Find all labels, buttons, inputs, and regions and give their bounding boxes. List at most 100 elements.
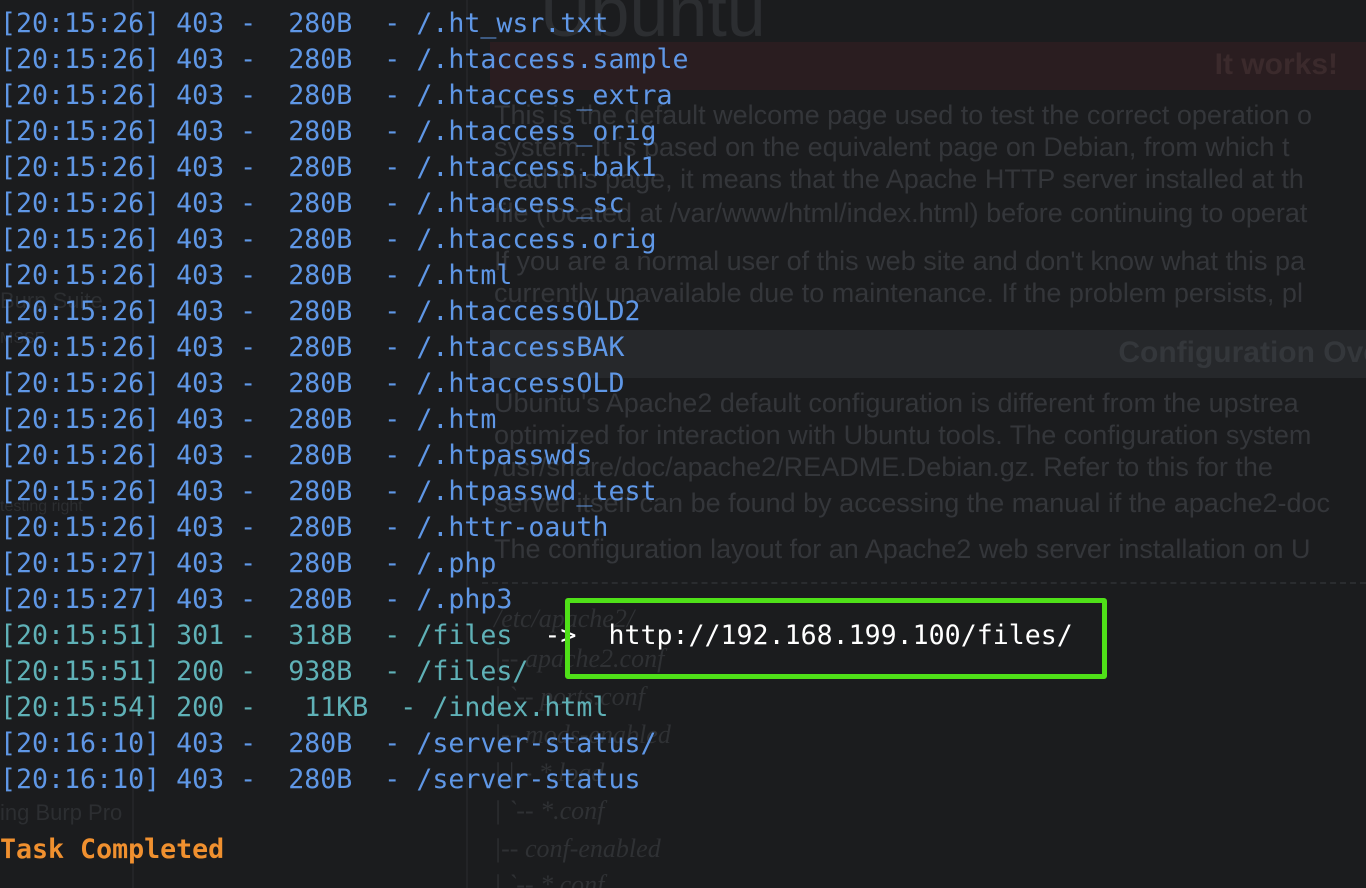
- response-size: 318B: [288, 620, 353, 651]
- request-path: /.ht_wsr.txt: [416, 8, 609, 39]
- timestamp: [20:15:26]: [0, 260, 161, 291]
- timestamp: [20:15:26]: [0, 188, 161, 219]
- status-code: 403: [176, 296, 225, 327]
- separator: [160, 618, 176, 654]
- request-path: /files/: [416, 656, 529, 687]
- status-code: 403: [176, 512, 225, 543]
- timestamp: [20:15:26]: [0, 80, 161, 111]
- separator: -: [224, 116, 289, 147]
- request-path: /.htaccess.bak1: [416, 152, 657, 183]
- separator: -: [224, 728, 289, 759]
- separator: [160, 42, 176, 78]
- separator: -: [224, 404, 289, 435]
- dirsearch-output: [20:15:26] 403 - 280B - /.ht_wsr.txt [20:…: [0, 6, 1073, 798]
- separator: [160, 474, 176, 510]
- request-path: /.htpasswds: [416, 440, 593, 471]
- status-code: 403: [176, 116, 225, 147]
- separator: [160, 654, 176, 690]
- separator: -: [224, 368, 289, 399]
- separator: -: [352, 620, 417, 651]
- separator: -: [352, 404, 417, 435]
- separator: -: [352, 260, 417, 291]
- separator: [160, 762, 176, 798]
- separator: -: [352, 548, 417, 579]
- separator: -: [224, 260, 289, 291]
- output-row: [20:15:26] 403 - 280B - /.html: [0, 258, 1073, 294]
- output-row: [20:15:26] 403 - 280B - /.htpasswds: [0, 438, 1073, 474]
- separator: -: [352, 116, 417, 147]
- response-size: 280B: [288, 152, 353, 183]
- separator: [160, 6, 176, 42]
- separator: -: [352, 44, 417, 75]
- separator: -: [352, 440, 417, 471]
- separator: [160, 690, 176, 726]
- request-path: /.php: [416, 548, 497, 579]
- separator: -: [352, 656, 417, 687]
- separator: -: [224, 80, 289, 111]
- status-code: 403: [176, 368, 225, 399]
- request-path: /.htaccess.orig: [416, 224, 657, 255]
- response-size: 938B: [288, 656, 353, 687]
- output-row: [20:15:26] 403 - 280B - /.htaccess.orig: [0, 222, 1073, 258]
- timestamp: [20:15:26]: [0, 8, 161, 39]
- request-path: /index.html: [432, 692, 609, 723]
- separator: -: [368, 692, 433, 723]
- separator: [160, 438, 176, 474]
- request-path: /server-status/: [416, 728, 657, 759]
- status-code: 403: [176, 80, 225, 111]
- separator: -: [352, 296, 417, 327]
- status-code: 200: [176, 656, 225, 687]
- separator: -: [224, 224, 289, 255]
- separator: -: [352, 584, 417, 615]
- response-size: 280B: [288, 476, 353, 507]
- separator: -: [224, 620, 289, 651]
- separator: [160, 258, 176, 294]
- separator: -: [224, 476, 289, 507]
- status-code: 403: [176, 476, 225, 507]
- separator: -: [352, 8, 417, 39]
- output-row: [20:15:26] 403 - 280B - /.ht_wsr.txt: [0, 6, 1073, 42]
- separator: [160, 150, 176, 186]
- separator: -: [224, 8, 289, 39]
- separator: -: [224, 332, 289, 363]
- timestamp: [20:15:26]: [0, 368, 161, 399]
- timestamp: [20:15:27]: [0, 584, 161, 615]
- response-size: 280B: [288, 332, 353, 363]
- separator: -: [352, 512, 417, 543]
- separator: -: [224, 188, 289, 219]
- separator: [160, 222, 176, 258]
- response-size: 280B: [288, 8, 353, 39]
- output-row: [20:16:10] 403 - 280B - /server-status/: [0, 726, 1073, 762]
- timestamp: [20:15:26]: [0, 44, 161, 75]
- separator: -: [352, 332, 417, 363]
- separator: [160, 510, 176, 546]
- request-path: /.htaccess_extra: [416, 80, 673, 111]
- timestamp: [20:15:26]: [0, 476, 161, 507]
- background-tree-line: | `-- *.conf: [494, 870, 605, 888]
- separator: [160, 78, 176, 114]
- output-row: [20:15:26] 403 - 280B - /.httr-oauth: [0, 510, 1073, 546]
- timestamp: [20:15:26]: [0, 296, 161, 327]
- response-size: 280B: [288, 260, 353, 291]
- timestamp: [20:15:26]: [0, 116, 161, 147]
- timestamp: [20:15:27]: [0, 548, 161, 579]
- separator: -: [224, 44, 289, 75]
- output-row: [20:15:26] 403 - 280B - /.htaccessBAK: [0, 330, 1073, 366]
- response-size: 280B: [288, 404, 353, 435]
- status-code: 403: [176, 548, 225, 579]
- background-tree-line: |-- conf-enabled: [494, 834, 661, 863]
- request-path: /.httr-oauth: [416, 512, 609, 543]
- separator: -: [224, 296, 289, 327]
- timestamp: [20:15:26]: [0, 224, 161, 255]
- response-size: 280B: [288, 296, 353, 327]
- background-it-works-title: It works!: [1214, 48, 1338, 81]
- output-row: [20:15:26] 403 - 280B - /.htm: [0, 402, 1073, 438]
- status-code: 403: [176, 764, 225, 795]
- status-code: 403: [176, 260, 225, 291]
- status-code: 403: [176, 584, 225, 615]
- separator: [160, 366, 176, 402]
- request-path: /.htm: [416, 404, 497, 435]
- request-path: /.htaccess_sc: [416, 188, 625, 219]
- response-size: 280B: [288, 440, 353, 471]
- timestamp: [20:15:26]: [0, 440, 161, 471]
